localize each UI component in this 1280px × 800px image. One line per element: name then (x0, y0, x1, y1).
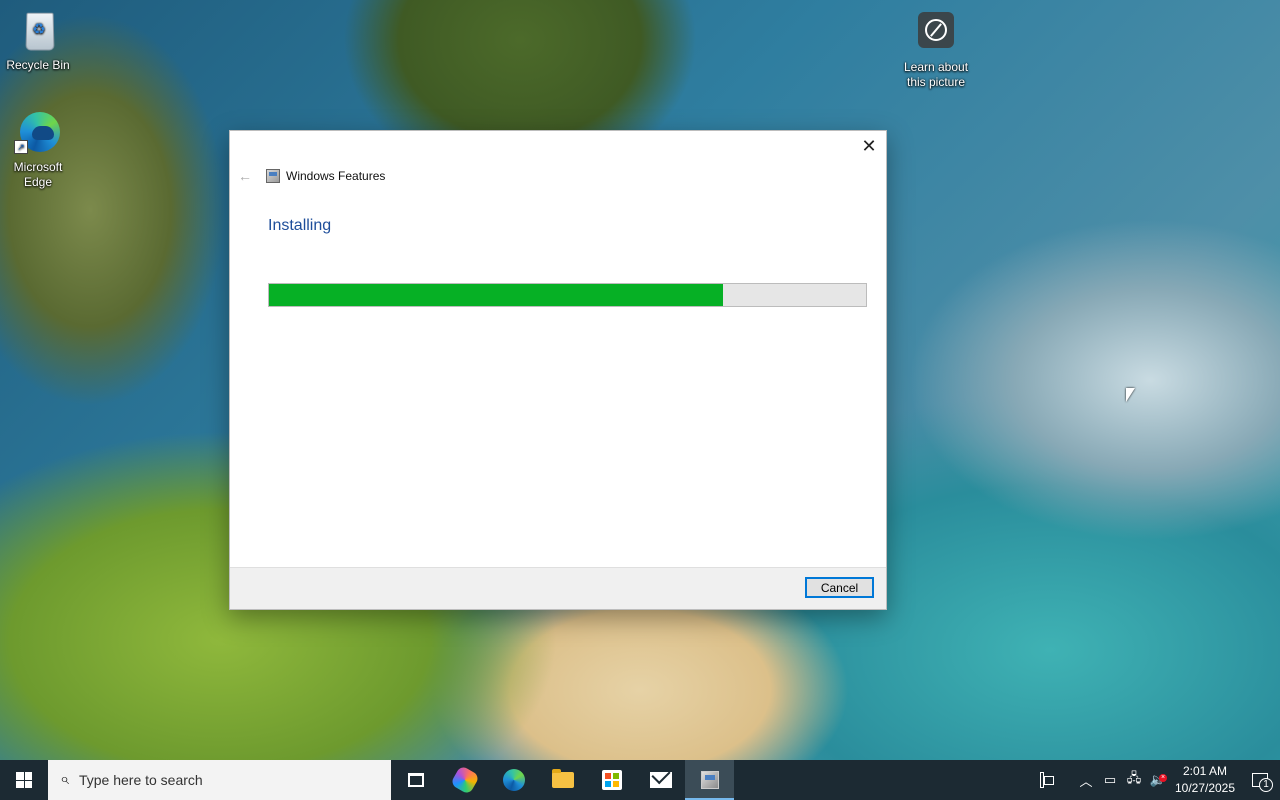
dialog-title: Windows Features (286, 169, 386, 183)
news-and-interests-button[interactable] (1030, 760, 1054, 800)
clock-time: 2:01 AM (1182, 764, 1228, 778)
camera-icon (912, 10, 960, 58)
meet-now-button[interactable]: ▭ (1098, 760, 1122, 800)
dialog-footer: Cancel (230, 567, 886, 609)
news-icon (1040, 772, 1054, 788)
action-center-button[interactable]: 1 (1240, 760, 1280, 800)
status-heading: Installing (268, 217, 332, 234)
dialog-header: ← Windows Features (238, 167, 385, 185)
windows-features-icon (700, 771, 719, 789)
desktop-icon-label: Recycle Bin (6, 58, 70, 72)
notification-count: 1 (1259, 778, 1273, 792)
network-button[interactable]: 🖧 (1122, 760, 1146, 800)
file-explorer-icon (551, 769, 574, 788)
volume-button[interactable]: 🔈 × (1146, 760, 1170, 800)
taskbar-mail[interactable] (636, 760, 685, 800)
mail-icon (649, 772, 672, 788)
edge-icon (502, 769, 525, 791)
close-icon: ✕ (861, 135, 877, 156)
taskbar-microsoft-store[interactable] (587, 760, 636, 800)
taskbar: ⌕ Type here to search ︿ ▭ 🖧 🔈 × 2:01 AM … (0, 760, 1280, 800)
taskbar-copilot[interactable] (440, 760, 489, 800)
taskbar-windows-features[interactable] (685, 760, 734, 800)
start-button[interactable] (0, 760, 48, 800)
search-icon: ⌕ (60, 771, 69, 788)
device-icon: ▭ (1103, 772, 1117, 787)
taskbar-file-explorer[interactable] (538, 760, 587, 800)
search-placeholder: Type here to search (78, 772, 203, 788)
taskbar-task-view[interactable] (391, 760, 440, 800)
windows-features-icon (266, 169, 280, 183)
close-button[interactable]: ✕ (852, 131, 886, 161)
edge-icon: ↗ (14, 110, 62, 158)
copilot-icon (449, 764, 480, 796)
taskbar-clock[interactable]: 2:01 AM 10/27/2025 (1170, 763, 1240, 797)
store-icon (601, 770, 622, 790)
task-view-icon (407, 773, 424, 787)
progress-fill (269, 284, 723, 306)
desktop-icon-label: Learn about this picture (903, 60, 969, 89)
taskbar-search-box[interactable]: ⌕ Type here to search (48, 760, 391, 800)
back-arrow-icon[interactable]: ← (238, 168, 252, 184)
windows-logo-icon (16, 772, 32, 788)
desktop-icon-label: Microsoft Edge (13, 160, 63, 189)
clock-date: 10/27/2025 (1174, 781, 1236, 795)
system-tray: ︿ ▭ 🖧 🔈 × 2:01 AM 10/27/2025 1 (1030, 760, 1280, 800)
show-hidden-icons-button[interactable]: ︿ (1074, 760, 1098, 800)
chevron-up-icon: ︿ (1079, 773, 1093, 789)
windows-features-dialog: ✕ ← Windows Features Installing Cancel (229, 130, 887, 610)
cancel-button[interactable]: Cancel (805, 577, 874, 598)
desktop-icon-microsoft-edge[interactable]: ↗ Microsoft Edge (0, 110, 76, 190)
desktop-icon-recycle-bin[interactable]: ♻ Recycle Bin (0, 8, 76, 73)
mouse-cursor-icon (1126, 388, 1135, 402)
desktop-icon-learn-about-picture[interactable]: Learn about this picture (898, 10, 974, 90)
recycle-bin-icon: ♻ (14, 8, 62, 56)
install-progress-bar (268, 283, 867, 307)
taskbar-microsoft-edge[interactable] (489, 760, 538, 800)
network-icon: 🖧 (1126, 770, 1142, 785)
